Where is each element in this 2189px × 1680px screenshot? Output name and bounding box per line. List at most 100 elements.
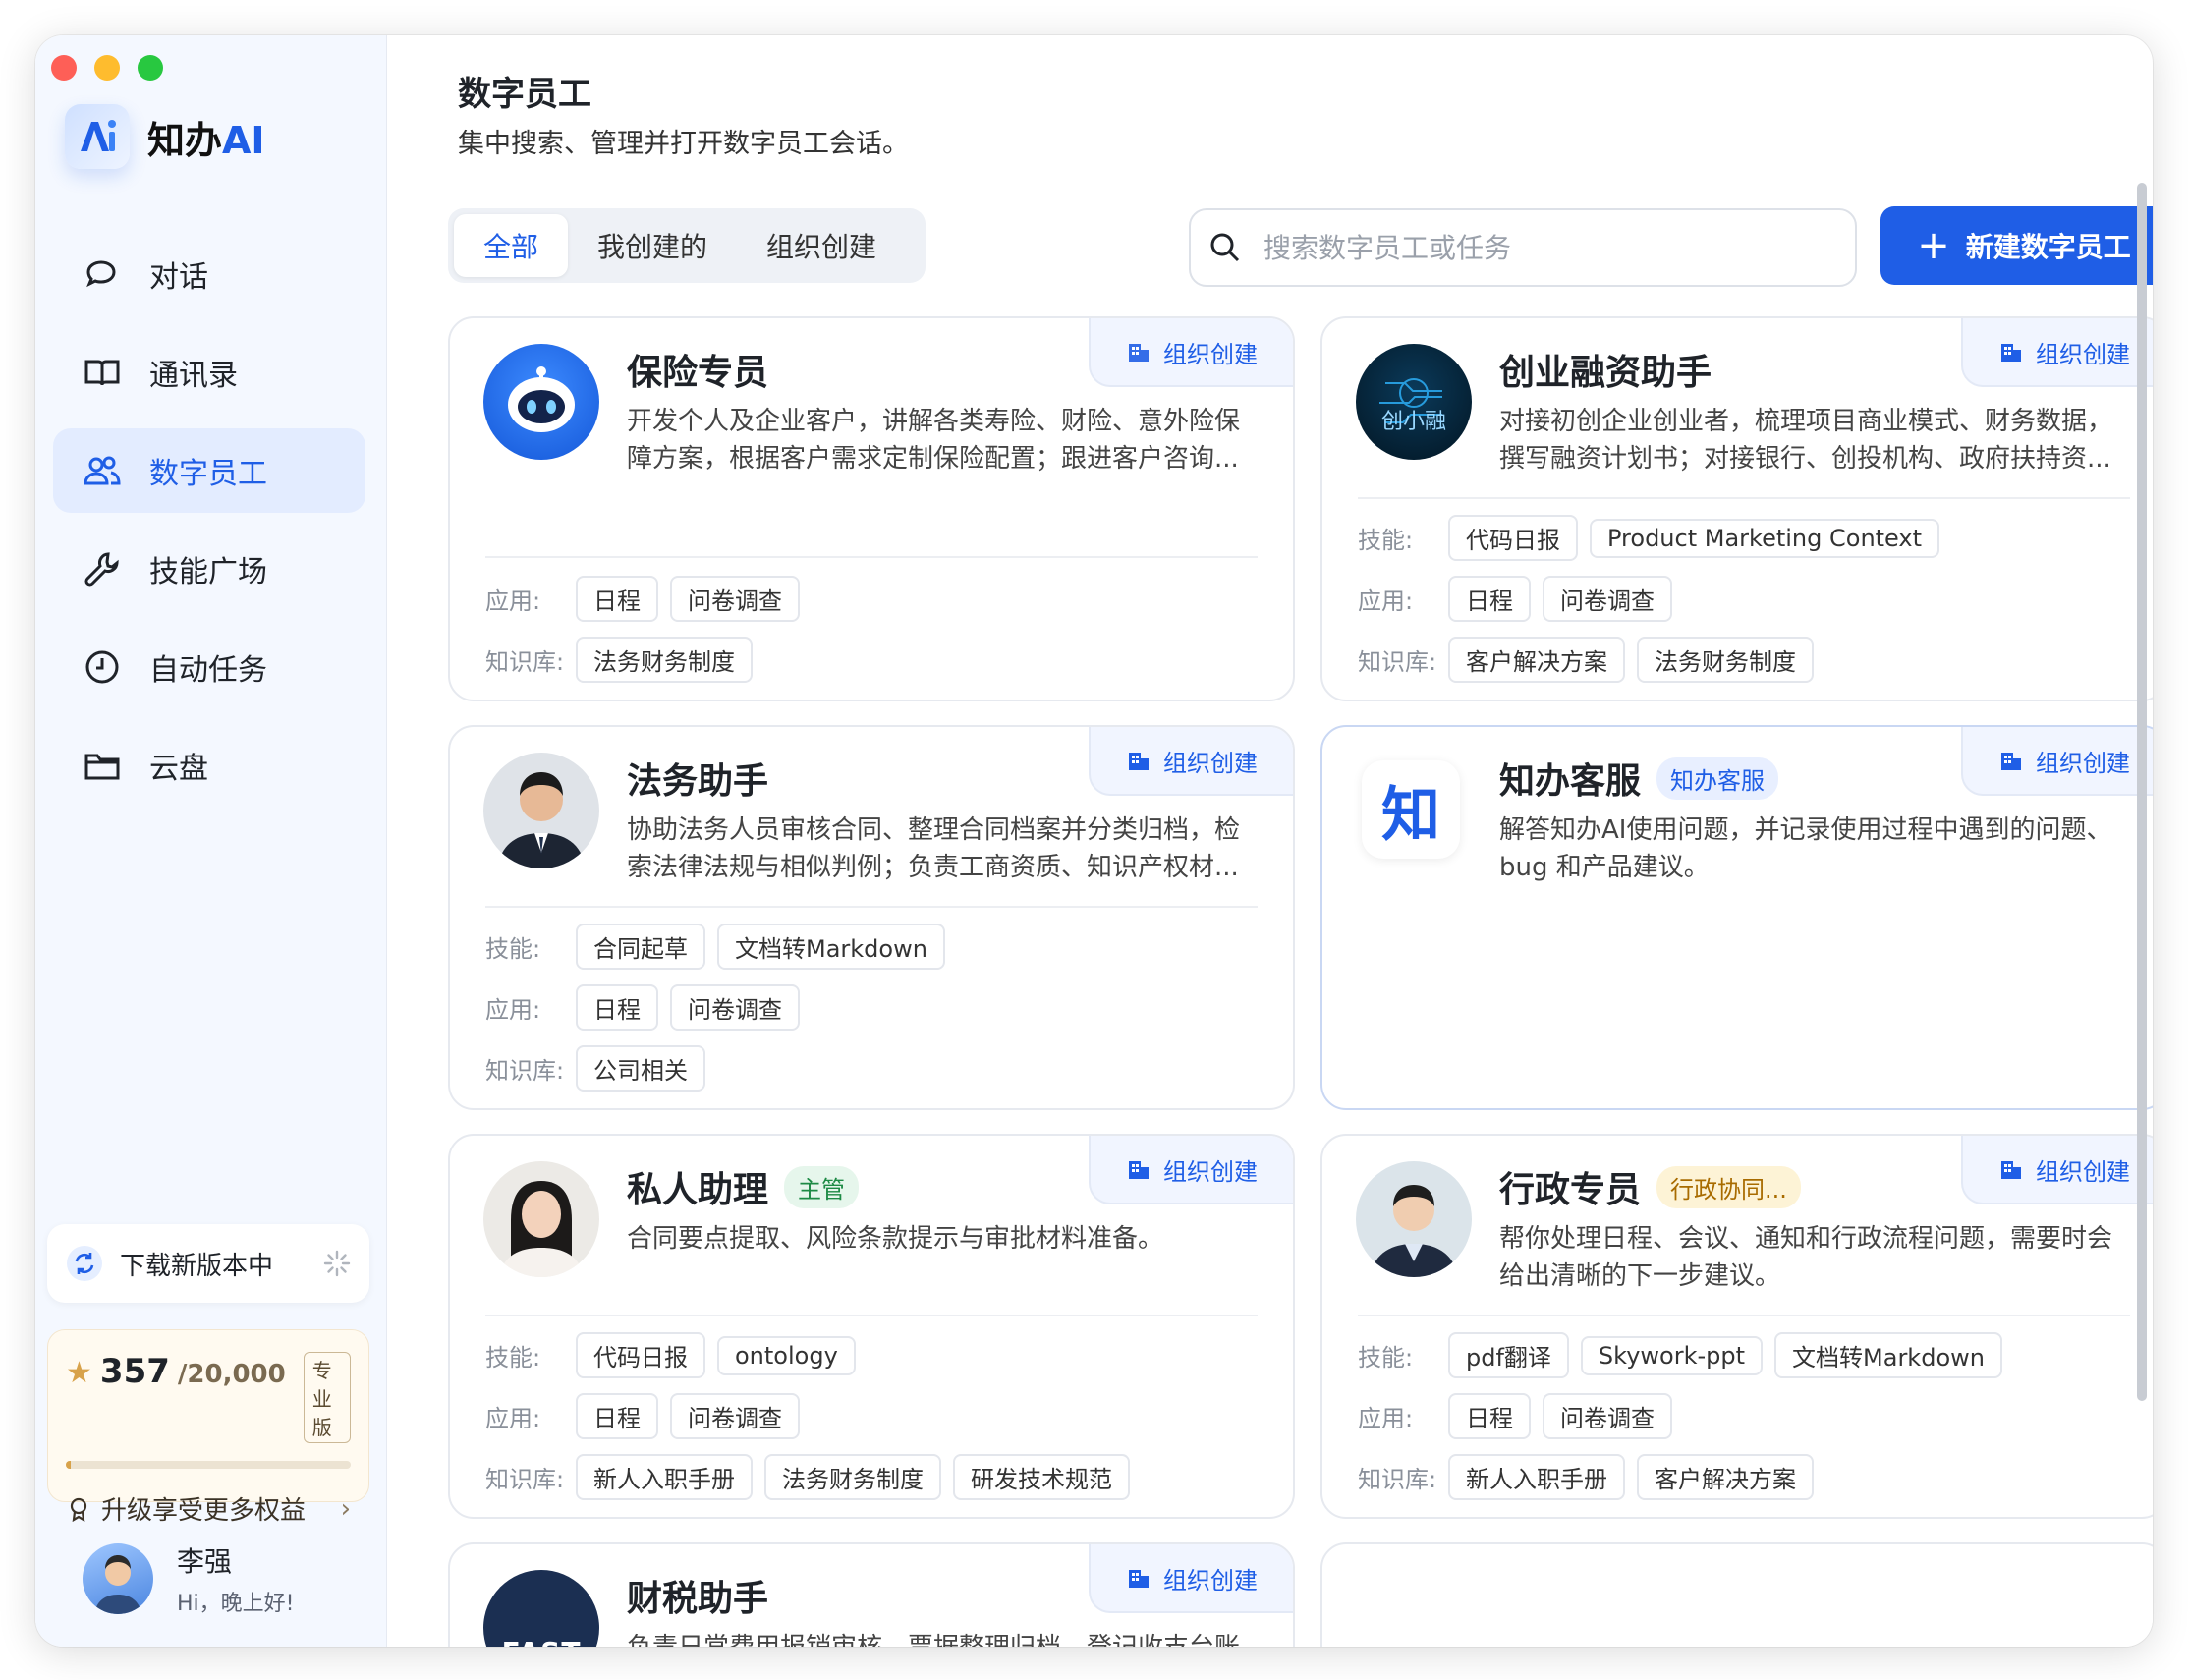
download-status[interactable]: 下载新版本中: [47, 1224, 369, 1303]
skills-label: 技能:: [1358, 1344, 1414, 1372]
refresh-icon: [67, 1246, 102, 1281]
kb-label: 知识库:: [1358, 1466, 1437, 1493]
building-icon: [1129, 1570, 1149, 1588]
search-box: [1189, 208, 1857, 287]
role-badge: 知办客服: [1656, 756, 1779, 800]
employee-card-placeholder: [1320, 1542, 2153, 1647]
user-profile[interactable]: 李强 Hi，晚上好!: [83, 1540, 294, 1617]
page-title: 数字员工: [458, 75, 591, 114]
employee-card[interactable]: 知 知办客服 知办客服 解答知办AI使用问题，并记录使用过程中遇到的问题、 bug…: [1320, 725, 2153, 1110]
window-controls: [51, 55, 163, 81]
tab-mine[interactable]: 我创建的: [568, 214, 737, 277]
tab-all[interactable]: 全部: [454, 214, 569, 277]
employee-name-text: 私人助理: [627, 1170, 769, 1210]
sidebar-item-skills[interactable]: 技能广场: [53, 527, 365, 611]
employee-card[interactable]: 行政专员 行政协同... 帮你处理日程、会议、通知和行政流程问题，需要时会 给出清…: [1320, 1134, 2153, 1519]
filter-tabs: 全部 我创建的 组织创建: [448, 208, 926, 283]
avatar-char: 知: [1381, 780, 1440, 850]
org-created-label: 组织创建: [1163, 749, 1258, 777]
app-chip: 日程: [576, 1393, 658, 1439]
app-chip: 日程: [576, 984, 658, 1031]
kb-row: 知识库: 客户解决方案 法务财务制度: [1358, 637, 1825, 683]
app-chip: 问卷调查: [670, 1393, 800, 1439]
employee-avatar: [483, 1161, 599, 1277]
user-greeting: Hi，晚上好!: [177, 1592, 295, 1616]
spinner-icon: [323, 1250, 351, 1277]
search-input[interactable]: [1263, 231, 1814, 264]
sidebar-item-drive[interactable]: 云盘: [53, 723, 365, 808]
employee-name-text: 法务助手: [627, 761, 769, 802]
employee-card[interactable]: 私人助理 主管 合同要点提取、风险条款提示与审批材料准备。 组织创建 技能: 代码日…: [448, 1134, 1295, 1519]
sidebar-item-digital-employees[interactable]: 数字员工: [53, 428, 365, 513]
app-window: 知办AI 对话 通讯录 数字员工 技能广场 自动任务 云盘 下载新版本中 ★ 3…: [35, 35, 2153, 1647]
wrench-icon: [84, 552, 119, 587]
skill-chip: 合同起草: [576, 924, 705, 970]
employee-avatar: 创小融: [1356, 344, 1472, 460]
avatar: [83, 1543, 153, 1614]
sidebar-item-contacts[interactable]: 通讯录: [53, 330, 365, 415]
minimize-window-button[interactable]: [94, 55, 120, 81]
close-window-button[interactable]: [51, 55, 77, 81]
employee-card[interactable]: 法务助手 协助法务人员审核合同、整理合同档案并分类归档，检 索法律法规与相似判例…: [448, 725, 1295, 1110]
apps-label: 应用:: [485, 588, 541, 615]
kb-chip: 新人入职手册: [576, 1454, 753, 1500]
org-created-label: 组织创建: [1163, 1566, 1258, 1595]
role-badge: 主管: [784, 1165, 860, 1208]
kb-label: 知识库:: [1358, 648, 1437, 676]
employee-card[interactable]: FAST 财税助手 负责日常费用报销审核、票据整理归档、登记收支台账 组织创建: [448, 1542, 1295, 1647]
kb-chip: 法务财务制度: [576, 637, 753, 683]
employee-name-text: 创业融资助手: [1499, 353, 1712, 393]
org-created-label: 组织创建: [1163, 1157, 1258, 1186]
app-chip: 问卷调查: [670, 984, 800, 1031]
org-created-tag: 组织创建: [1961, 1136, 2153, 1204]
upgrade-label: 升级享受更多权益: [101, 1496, 307, 1526]
kb-chip: 研发技术规范: [953, 1454, 1130, 1500]
employee-name-text: 财税助手: [627, 1579, 769, 1619]
apps-label: 应用:: [485, 996, 541, 1024]
points-current: 357: [99, 1352, 170, 1391]
employee-name: 行政专员 行政协同...: [1499, 1161, 1801, 1212]
apps-row: 应用: 日程 问卷调查: [485, 576, 812, 622]
org-created-tag: 组织创建: [1089, 727, 1293, 796]
employee-card[interactable]: 保险专员 开发个人及企业客户，讲解各类寿险、财险、意外险保 障方案，根据客户需求…: [448, 316, 1295, 701]
kb-row: 知识库: 新人入职手册 客户解决方案: [1358, 1454, 1825, 1500]
scrollbar[interactable]: [2137, 183, 2147, 1401]
org-created-tag: 组织创建: [1089, 318, 1293, 387]
clock-icon: [85, 650, 119, 684]
app-chip: 问卷调查: [1543, 1393, 1672, 1439]
employee-description: 合同要点提取、风险条款提示与审批材料准备。: [627, 1224, 1164, 1254]
upgrade-link[interactable]: 升级享受更多权益 ›: [66, 1490, 351, 1527]
kb-label: 知识库:: [485, 1466, 565, 1493]
apps-row: 应用: 日程 问卷调查: [485, 1393, 812, 1439]
kb-row: 知识库: 新人入职手册 法务财务制度 研发技术规范: [485, 1454, 1142, 1500]
org-created-tag: 组织创建: [1089, 1544, 1293, 1613]
org-created-label: 组织创建: [2036, 1157, 2130, 1186]
kb-chip: 客户解决方案: [1448, 637, 1625, 683]
employee-description: 对接初创企业创业者，梳理项目商业模式、财务数据， 撰写融资计划书；对接银行、创投…: [1499, 407, 2113, 474]
zoom-window-button[interactable]: [138, 55, 163, 81]
page-subtitle: 集中搜索、管理并打开数字员工会话。: [458, 129, 909, 159]
logo-icon: [65, 104, 130, 169]
sidebar-item-chat[interactable]: 对话: [53, 232, 365, 316]
employee-card[interactable]: 创小融 创业融资助手 对接初创企业创业者，梳理项目商业模式、财务数据， 撰写融资…: [1320, 316, 2153, 701]
kb-chip: 公司相关: [576, 1045, 705, 1092]
apps-row: 应用: 日程 问卷调查: [1358, 1393, 1684, 1439]
skill-chip: ontology: [717, 1335, 856, 1375]
chevron-right-icon: ›: [340, 1493, 351, 1524]
employee-description: 解答知办AI使用问题，并记录使用过程中遇到的问题、 bug 和产品建议。: [1499, 815, 2112, 882]
app-chip: 日程: [1448, 576, 1531, 622]
skills-row: 技能: 合同起草 文档转Markdown: [485, 924, 957, 970]
kb-chip: 新人入职手册: [1448, 1454, 1625, 1500]
skills-row: 技能: 代码日报 Product Marketing Context: [1358, 515, 1951, 561]
employee-name-text: 行政专员: [1499, 1170, 1642, 1210]
skills-label: 技能:: [485, 1344, 541, 1372]
new-employee-button[interactable]: + 新建数字员工: [1880, 206, 2153, 285]
employee-name: 保险专员: [627, 344, 768, 395]
skills-row: 技能: pdf翻译 Skywork-ppt 文档转Markdown: [1358, 1332, 2014, 1378]
sidebar-item-tasks[interactable]: 自动任务: [53, 625, 365, 709]
app-name-main: 知办: [147, 118, 223, 162]
kb-chip: 法务财务制度: [764, 1454, 941, 1500]
employee-name: 创业融资助手: [1499, 344, 1712, 395]
app-chip: 日程: [1448, 1393, 1531, 1439]
tab-org[interactable]: 组织创建: [737, 214, 906, 277]
